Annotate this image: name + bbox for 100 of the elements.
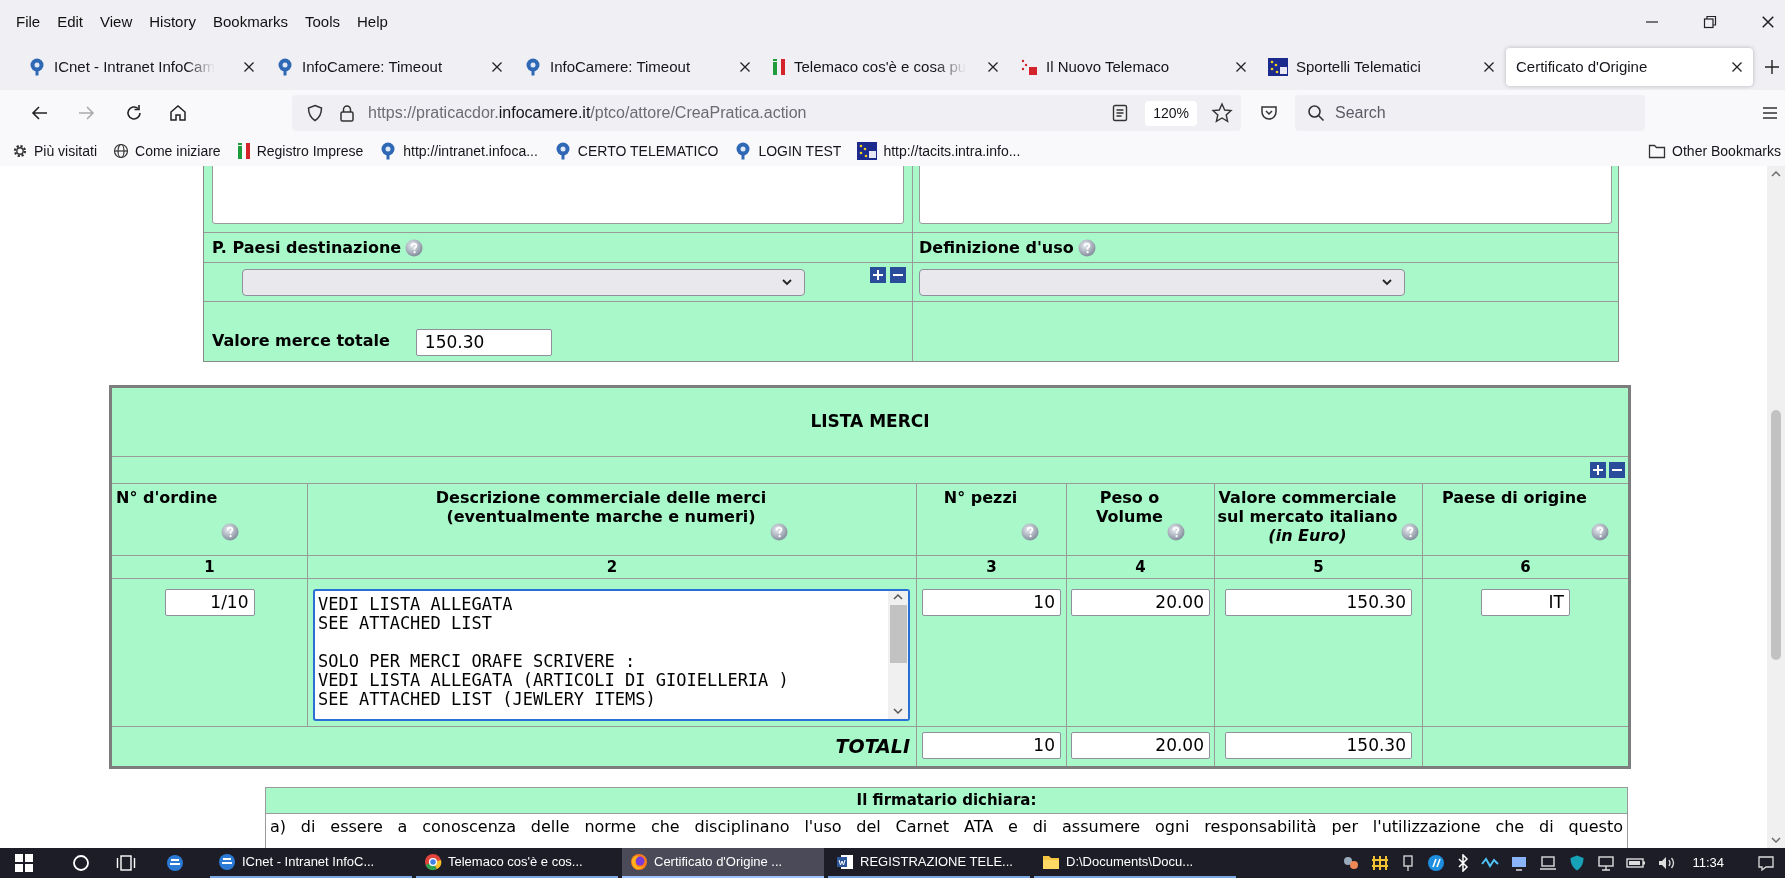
- laptop-icon[interactable]: [1539, 854, 1558, 872]
- column-header: N° pezzi: [943, 488, 1018, 507]
- scrollbar-thumb[interactable]: [889, 605, 907, 663]
- menu-item[interactable]: Edit: [57, 10, 84, 34]
- close-icon[interactable]: [1761, 15, 1775, 29]
- bookmark-item[interactable]: CERTO TELEMATICO: [553, 140, 719, 162]
- section-title: LISTA MERCI: [810, 410, 930, 434]
- browser-tab[interactable]: InfoCamere: Timeout: [266, 48, 513, 86]
- input-field[interactable]: 20.00: [1071, 589, 1210, 616]
- home-icon[interactable]: [168, 103, 188, 123]
- tab-title: Sportelli Telematici: [1296, 56, 1421, 77]
- scrollbar-thumb[interactable]: [1771, 410, 1781, 660]
- scroll-down-icon[interactable]: [1771, 835, 1781, 845]
- close-icon[interactable]: [243, 61, 255, 73]
- zoom-badge[interactable]: 120%: [1145, 100, 1197, 126]
- select-dropdown[interactable]: [242, 268, 805, 296]
- column-header: Valore commerciale sul mercato italiano (in Euro): [1217, 488, 1398, 545]
- menu-item[interactable]: Bookmarks: [212, 10, 288, 34]
- help-icon[interactable]: [1401, 523, 1420, 541]
- star-icon[interactable]: [1211, 102, 1233, 124]
- help-icon[interactable]: [221, 523, 240, 541]
- bookmark-item[interactable]: http://intranet.infoca...: [379, 140, 538, 162]
- lock-icon[interactable]: [338, 104, 356, 122]
- input-field[interactable]: 1/10: [164, 589, 255, 616]
- taskbar-button[interactable]: Certificato d'Origine ...: [622, 848, 824, 878]
- close-icon[interactable]: [739, 61, 751, 73]
- taskbar-button[interactable]: ICnet - Intranet InfoC...: [210, 848, 412, 878]
- bookmark-item[interactable]: Più visitati: [12, 140, 98, 162]
- scroll-down-icon[interactable]: [892, 705, 904, 717]
- input-field[interactable]: IT: [1481, 589, 1570, 616]
- help-icon[interactable]: [1077, 238, 1096, 257]
- bluetooth-icon[interactable]: [1456, 854, 1471, 872]
- taskbar-button[interactable]: Telemaco cos'è e cos...: [416, 848, 618, 878]
- browser-tab[interactable]: InfoCamere: Timeout: [514, 48, 761, 86]
- address-bar[interactable]: https://praticacdor.infocamere.it/ptco/attore/CreaPratica.action 120%: [292, 95, 1241, 131]
- remove-icon[interactable]: [1609, 462, 1625, 478]
- menu-item[interactable]: File: [16, 10, 41, 34]
- input-field[interactable]: 150.30: [1225, 589, 1412, 616]
- grid-icon[interactable]: [1371, 854, 1390, 872]
- remove-icon[interactable]: [890, 267, 906, 283]
- field-label: Definizione d'uso: [919, 236, 1074, 259]
- round-browser-icon: [424, 853, 442, 871]
- restore-icon[interactable]: [1703, 15, 1717, 29]
- start-icon[interactable]: [14, 853, 34, 873]
- people-icon[interactable]: [1342, 854, 1361, 872]
- select-dropdown[interactable]: [919, 268, 1405, 296]
- search-field[interactable]: Search: [1295, 95, 1645, 131]
- column-number: 6: [1520, 556, 1531, 578]
- menu-item[interactable]: Help: [357, 10, 388, 34]
- add-icon[interactable]: [870, 267, 886, 283]
- close-icon[interactable]: [491, 61, 503, 73]
- help-icon[interactable]: [1166, 523, 1185, 541]
- reader-view-icon[interactable]: [1111, 104, 1130, 122]
- network-icon[interactable]: [1597, 854, 1616, 872]
- bookmark-item[interactable]: Registro Imprese: [236, 140, 364, 162]
- input-field[interactable]: 150.30: [415, 329, 552, 356]
- bookmark-item[interactable]: Come iniziare: [113, 140, 221, 162]
- browser-tab[interactable]: Il Nuovo Telemaco: [1010, 48, 1257, 86]
- taskbar-button[interactable]: REGISTRAZIONE TELE...: [828, 848, 1030, 878]
- help-icon[interactable]: [405, 238, 424, 257]
- input-field[interactable]: 10: [922, 732, 1061, 759]
- close-icon[interactable]: [1731, 61, 1743, 73]
- menu-item[interactable]: View: [100, 10, 133, 34]
- folder-icon: [1648, 143, 1667, 159]
- pocket-icon[interactable]: [1259, 103, 1279, 123]
- input-field[interactable]: 150.30: [1225, 732, 1412, 759]
- browser-tab[interactable]: Sportelli Telematici: [1258, 48, 1505, 86]
- menu-item[interactable]: Tools: [305, 10, 340, 34]
- close-icon[interactable]: [987, 61, 999, 73]
- menu-item[interactable]: History: [149, 10, 196, 34]
- round-logo-icon[interactable]: [1427, 854, 1446, 872]
- browser-tab[interactable]: Certificato d'Origine: [1506, 48, 1753, 86]
- scroll-up-icon[interactable]: [1771, 169, 1781, 179]
- close-icon[interactable]: [1483, 61, 1495, 73]
- url-text: https://praticacdor.infocamere.it/ptco/attore/CreaPratica.action: [368, 103, 807, 123]
- task-view-icon[interactable]: [116, 854, 136, 872]
- help-icon[interactable]: [770, 523, 789, 541]
- browser-tab[interactable]: Telemaco cos'è e cosa pu: [762, 48, 1009, 86]
- input-field[interactable]: 10: [922, 589, 1061, 616]
- shield-icon[interactable]: [306, 104, 324, 122]
- monitor-icon[interactable]: [1510, 854, 1529, 872]
- notification-icon[interactable]: [1757, 854, 1775, 872]
- description-field[interactable]: VEDI LISTA ALLEGATA SEE ATTACHED LIST SOLO PER MERCI ORAFE SCRIVERE : VEDI LISTA ALLEGATA (ARTICOLI DI GIOIELLERIA ) SEE ATTACHED LIST (JEWLERY ITEMS): [313, 589, 910, 721]
- bookmark-item[interactable]: http://tacits.intra.info...: [857, 140, 1021, 162]
- new-tab-icon[interactable]: [1764, 59, 1780, 75]
- column-number: 4: [1135, 556, 1146, 578]
- help-icon[interactable]: [1590, 523, 1609, 541]
- dotted-logo-icon: [1020, 58, 1038, 76]
- input-field[interactable]: 20.00: [1071, 732, 1210, 759]
- column-header: Paese di origine: [1442, 488, 1587, 507]
- menu-icon[interactable]: [1761, 104, 1779, 122]
- bookmark-item[interactable]: Other Bookmarks: [1648, 140, 1781, 162]
- browser-tab[interactable]: ICnet - Intranet InfoCam: [18, 48, 265, 86]
- taskbar-button[interactable]: D:\Documents\Docu...: [1034, 848, 1236, 878]
- search-icon[interactable]: [72, 854, 90, 872]
- reload-icon[interactable]: [124, 103, 144, 123]
- help-icon[interactable]: [1021, 523, 1040, 541]
- bookmark-item[interactable]: LOGIN TEST: [734, 140, 842, 162]
- add-icon[interactable]: [1590, 462, 1606, 478]
- close-icon[interactable]: [1235, 61, 1247, 73]
